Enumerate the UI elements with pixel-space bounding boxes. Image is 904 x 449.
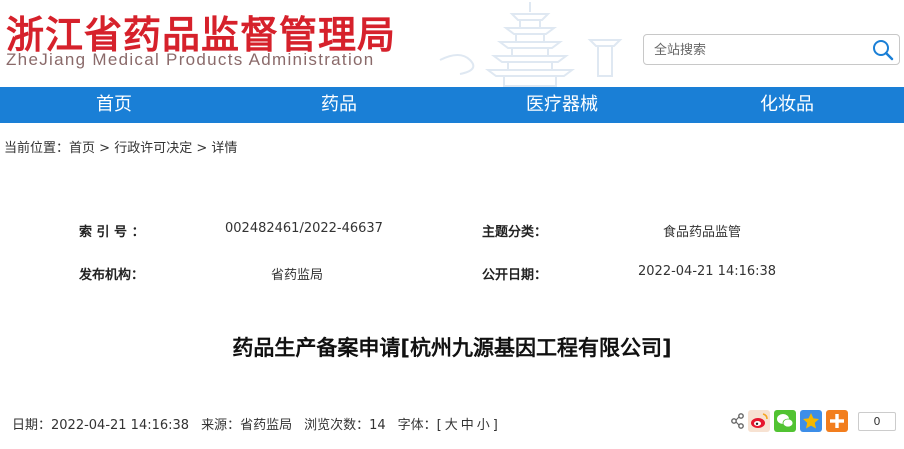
more-share-icon[interactable] (826, 410, 848, 432)
share-count: 0 (858, 412, 896, 431)
publisher-label: 发布机构： (79, 268, 145, 283)
index-number-value: 002482461/2022-46637 (225, 221, 383, 236)
font-size-control: 字体：[大中小] (397, 418, 498, 433)
qzone-icon[interactable] (800, 410, 822, 432)
index-number-label: 索 引 号 ： (79, 225, 145, 240)
article-info-bar: 日期：2022-04-21 14:16:38 来源：省药监局 浏览次数：14 字体：[… (12, 414, 498, 433)
nav-item-medical-devices[interactable]: 医疗器械 (526, 87, 598, 123)
font-size-small[interactable]: 小 (477, 418, 490, 433)
breadcrumb-prefix: 当前位置： (4, 141, 70, 156)
search-box (643, 34, 900, 65)
category-label: 主题分类： (482, 225, 548, 240)
site-header: 浙江省药品监督管理局 ZheJiang Medical Products Adm… (0, 0, 904, 87)
nav-item-drugs[interactable]: 药品 (321, 87, 357, 123)
breadcrumb-separator: > (196, 141, 208, 156)
category-value: 食品药品监管 (663, 225, 742, 240)
publisher-value: 省药监局 (271, 268, 324, 283)
article-date: 日期：2022-04-21 14:16:38 (12, 418, 190, 433)
wechat-icon[interactable] (774, 410, 796, 432)
site-title-en: ZheJiang Medical Products Administration (6, 50, 375, 69)
article-source: 来源：省药监局 (201, 418, 293, 433)
breadcrumb-home[interactable]: 首页 (69, 141, 95, 156)
nav-item-cosmetics[interactable]: 化妆品 (760, 87, 814, 123)
article-views: 浏览次数：14 (304, 418, 386, 433)
breadcrumb: 当前位置：首页 > 行政许可决定 > 详情 (4, 137, 237, 156)
breadcrumb-detail: 详情 (211, 141, 238, 156)
search-input[interactable] (654, 41, 854, 59)
breadcrumb-separator: > (99, 141, 111, 156)
nav-item-home[interactable]: 首页 (96, 87, 132, 123)
article-title: 药品生产备案申请[杭州九源基因工程有限公司] (232, 336, 672, 360)
font-size-large[interactable]: 大 (445, 418, 458, 433)
breadcrumb-admin-license[interactable]: 行政许可决定 (114, 141, 192, 156)
share-icon (731, 413, 744, 429)
main-nav: 首页 药品 医疗器械 化妆品 (0, 87, 904, 123)
publish-date-value: 2022-04-21 14:16:38 (638, 264, 777, 279)
search-icon[interactable] (871, 38, 895, 62)
publish-date-label: 公开日期： (482, 268, 548, 283)
weibo-icon[interactable] (748, 410, 770, 432)
pagoda-decoration (439, 2, 623, 87)
font-size-medium[interactable]: 中 (461, 418, 474, 433)
